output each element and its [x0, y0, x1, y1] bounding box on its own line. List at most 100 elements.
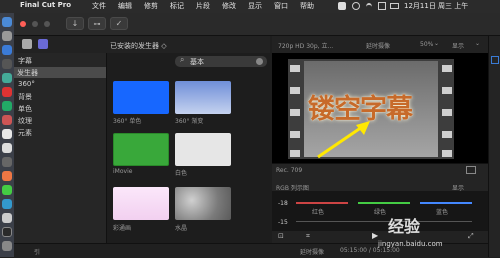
menu-trim[interactable]: 修剪: [144, 1, 158, 11]
blue-trace: [420, 202, 472, 204]
menu-view[interactable]: 显示: [248, 1, 262, 11]
sidebar-item-label: 360°: [18, 80, 35, 88]
thumbnail-label: 白色: [175, 170, 188, 177]
thumbnail-label: 水晶: [175, 225, 188, 232]
film-hole: [442, 87, 452, 94]
menu-edit[interactable]: 编辑: [118, 1, 132, 11]
menu-modify[interactable]: 修改: [222, 1, 236, 11]
wifi-icon[interactable]: [366, 3, 372, 11]
sidebar-item-generators[interactable]: 发生器: [14, 67, 106, 78]
app-icon[interactable]: [2, 157, 12, 167]
menu-clock-date[interactable]: 12月11日 周三 上午: [404, 1, 468, 11]
generators-tab-icon[interactable]: [38, 39, 48, 49]
app-icon[interactable]: [2, 171, 12, 181]
app-icon[interactable]: [2, 115, 12, 125]
download-button[interactable]: ↓: [66, 17, 84, 30]
app-icon[interactable]: [2, 59, 12, 69]
calendar-icon[interactable]: [2, 129, 12, 139]
zoom-dropdown[interactable]: 50%: [420, 41, 433, 48]
film-hole: [290, 65, 300, 72]
display-dropdown[interactable]: 显示: [452, 41, 464, 50]
sidebar-item-solids[interactable]: 单色: [14, 103, 106, 114]
media-library-icon[interactable]: [22, 39, 32, 49]
menu-clip[interactable]: 片段: [196, 1, 210, 11]
check-button[interactable]: ✓: [110, 17, 128, 30]
watermark: 经验 jingyan.baidu.com: [378, 213, 494, 253]
sidebar-item-label: 元素: [18, 129, 32, 137]
thumbnail-label: 360° 渐变: [175, 118, 204, 125]
sidebar-item-label: 字幕: [18, 57, 32, 65]
app-icon[interactable]: [2, 185, 12, 195]
minimize-window-icon[interactable]: [32, 21, 38, 27]
sidebar-item-360[interactable]: 360°: [14, 79, 106, 90]
sidebar-item-label: 背景: [18, 93, 32, 101]
rec-label[interactable]: Rec. 709: [276, 167, 302, 174]
generator-grid: ⌕ 基本 360° 单色 360° 渐变 iMovie 白色 彩通画 水晶: [107, 53, 270, 243]
clear-search-icon[interactable]: [256, 58, 263, 65]
viewer-mode-label: 延时摄像: [366, 43, 391, 50]
sidebar-item-label: 发生器: [17, 69, 38, 77]
crop-icon[interactable]: ⌗: [306, 232, 310, 241]
chevron-down-icon: ⌄: [475, 40, 481, 47]
film-hole: [442, 109, 452, 116]
thumbnail-label: iMovie: [113, 168, 133, 175]
bottom-left-label: 引: [34, 249, 41, 256]
generator-sidebar: 字幕 发生器 360° 背景 单色 纹理 元素: [14, 53, 107, 243]
sidebar-item-backgrounds[interactable]: 背景: [14, 91, 106, 102]
thumbnail-360-gradient[interactable]: [175, 81, 231, 114]
trash-icon[interactable]: [2, 241, 12, 251]
film-hole: [290, 109, 300, 116]
thumbnail-imovie[interactable]: [113, 133, 169, 166]
format-label: 720p HD 30p, 立...: [278, 43, 334, 50]
thumbnail-360-solid[interactable]: [113, 81, 169, 114]
screen-icon[interactable]: [378, 2, 386, 10]
transform-icon[interactable]: ⊡: [278, 232, 284, 240]
menu-window[interactable]: 窗口: [274, 1, 288, 11]
arrow-annotation: [317, 121, 370, 159]
sidebar-item-label: 单色: [18, 105, 32, 113]
thumbnail-crystal[interactable]: [175, 187, 231, 220]
film-hole: [290, 150, 300, 157]
thumbnail-pantone[interactable]: [113, 187, 169, 220]
app-icon[interactable]: [2, 73, 12, 83]
status-app-icon[interactable]: [338, 2, 346, 10]
sidebar-item-textures[interactable]: 纹理: [14, 115, 106, 126]
finder-icon[interactable]: [2, 17, 12, 27]
thumbnail-white[interactable]: [175, 133, 231, 166]
app-icon[interactable]: [2, 199, 12, 209]
keyword-button[interactable]: ⊶: [88, 17, 106, 30]
launchpad-icon[interactable]: [2, 31, 12, 41]
installed-generators-label[interactable]: 已安装的发生器 ◇: [110, 41, 167, 51]
battery-icon[interactable]: [390, 3, 399, 9]
app-icon[interactable]: [2, 101, 12, 111]
toolbar: ↓ ⊶ ✓: [14, 13, 500, 36]
chrome-icon[interactable]: [2, 87, 12, 97]
close-window-icon[interactable]: [20, 21, 26, 27]
clock-icon[interactable]: [352, 2, 360, 10]
final-cut-icon[interactable]: [2, 227, 12, 237]
viewer-header: 720p HD 30p, 立... 延时摄像 50% ⌄ 显示 ⌄: [272, 36, 488, 54]
menu-mark[interactable]: 标记: [170, 1, 184, 11]
film-hole: [442, 65, 452, 72]
zoom-window-icon[interactable]: [44, 21, 50, 27]
sidebar-item-elements[interactable]: 元素: [14, 127, 106, 138]
menu-help[interactable]: 帮助: [300, 1, 314, 11]
sidebar-item-titles[interactable]: 字幕: [14, 55, 106, 66]
search-query: 基本: [190, 58, 204, 66]
green-trace: [358, 202, 410, 204]
scale-value: -15: [278, 219, 288, 226]
notes-icon[interactable]: [2, 143, 12, 153]
thumbnail-label: 360° 单色: [113, 118, 142, 125]
menu-file[interactable]: 文件: [92, 1, 106, 11]
inspector-icon[interactable]: [491, 56, 499, 64]
film-hole: [442, 150, 452, 157]
film-hole: [290, 131, 300, 138]
safari-icon[interactable]: [2, 45, 12, 55]
scope-settings-icon[interactable]: [466, 166, 476, 174]
app-icon[interactable]: [2, 213, 12, 223]
viewer[interactable]: 镂空字幕: [272, 53, 488, 163]
scope-header: Rec. 709 RGB 列示图 显示: [272, 163, 488, 192]
watermark-site: jingyan.baidu.com: [378, 240, 443, 248]
search-field[interactable]: ⌕ 基本: [175, 55, 267, 67]
menu-app-name[interactable]: Final Cut Pro: [20, 1, 71, 9]
